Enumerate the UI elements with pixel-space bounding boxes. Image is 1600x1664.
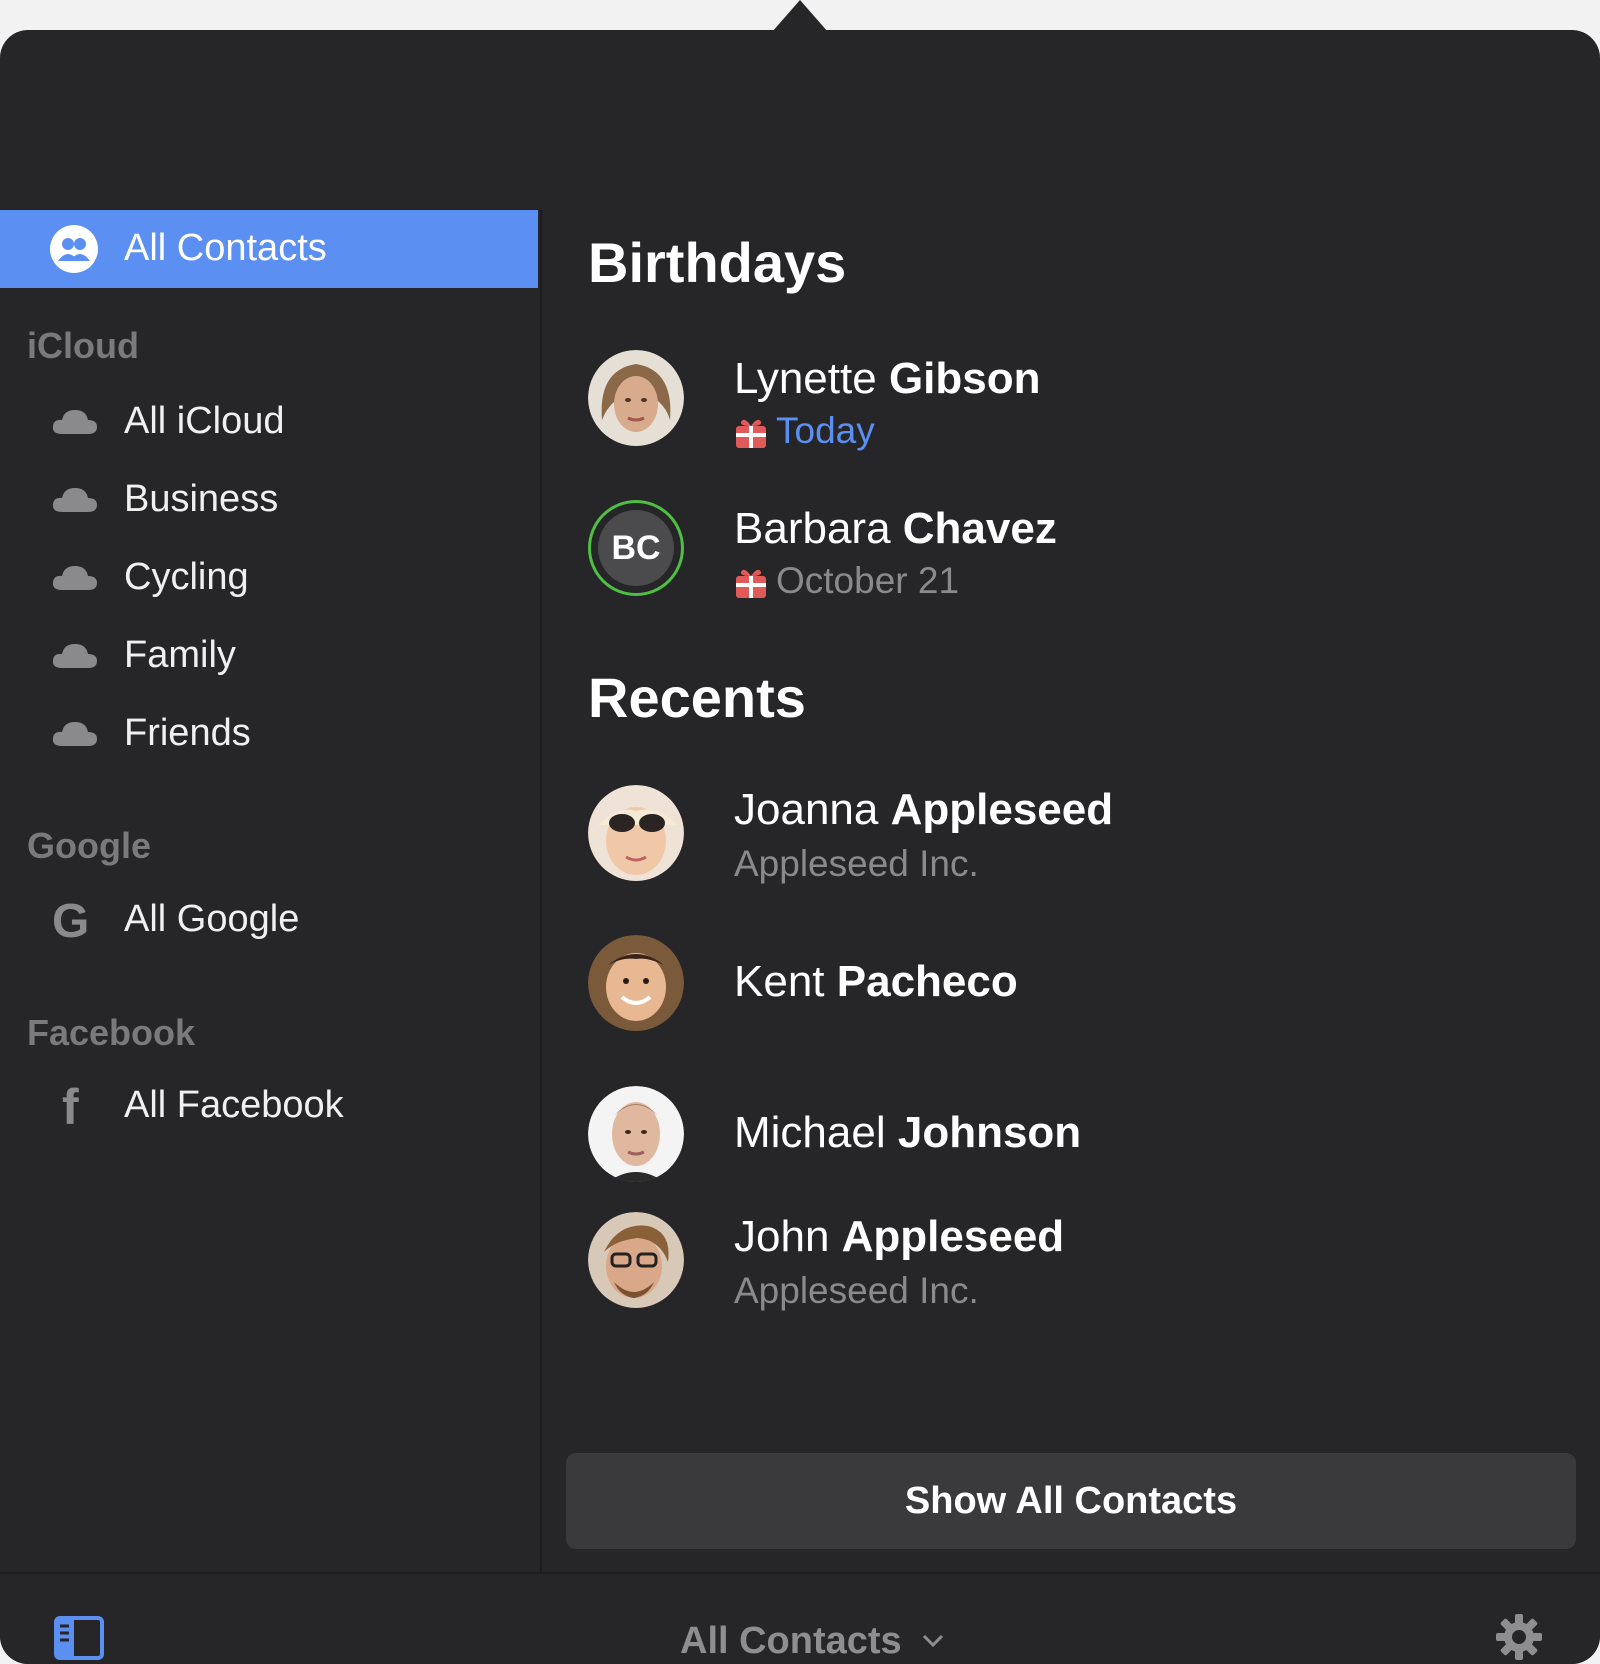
section-title-icloud: iCloud	[27, 325, 139, 366]
sidebar-item-label: All Google	[124, 898, 300, 940]
last-name: Appleseed	[841, 1212, 1065, 1261]
recent-row[interactable]: John Appleseed Appleseed Inc.	[588, 1212, 1588, 1322]
last-name: Gibson	[888, 354, 1041, 403]
sidebar-item-all-contacts[interactable]: All Contacts	[0, 210, 538, 288]
initials-text: BC	[598, 510, 674, 586]
contact-name: John Appleseed	[734, 1212, 1064, 1262]
chevron-down-icon[interactable]	[922, 1634, 944, 1648]
last-name: Chavez	[902, 504, 1057, 553]
show-all-contacts-button[interactable]: Show All Contacts	[566, 1453, 1576, 1549]
birthdays-heading: Birthdays	[588, 231, 847, 294]
avatar-initials: BC	[588, 500, 684, 596]
bottom-bar: All Contacts	[0, 1572, 1600, 1664]
contact-name: Joanna Appleseed	[734, 785, 1113, 835]
gift-icon	[734, 566, 768, 600]
google-icon: G	[52, 895, 90, 948]
contact-name: Kent Pacheco	[734, 957, 1018, 1007]
avatar	[588, 350, 684, 446]
recents-heading: Recents	[588, 666, 806, 729]
company-name: Appleseed Inc.	[734, 843, 979, 884]
contacts-popover: All Contacts iCloud All iCloud Business …	[0, 30, 1600, 1664]
first-name: Lynette	[734, 354, 877, 403]
facebook-icon: f	[62, 1079, 79, 1135]
last-name: Pacheco	[836, 957, 1018, 1006]
contacts-group-icon	[50, 225, 98, 273]
account-selector[interactable]: All Contacts	[680, 1620, 902, 1663]
cloud-icon	[50, 478, 100, 522]
first-name: Joanna	[734, 785, 879, 834]
sidebar-item-label: Friends	[124, 712, 251, 754]
contact-name: Barbara Chavez	[734, 504, 1057, 554]
cloud-icon	[50, 556, 100, 600]
sidebar-item-all-icloud[interactable]: All iCloud	[0, 390, 538, 456]
recent-row[interactable]: Michael Johnson	[588, 1086, 1588, 1196]
cloud-icon	[50, 712, 100, 756]
gift-icon	[734, 416, 768, 450]
gear-icon[interactable]	[1494, 1612, 1544, 1662]
contact-name: Michael Johnson	[734, 1108, 1081, 1158]
last-name: Johnson	[897, 1108, 1082, 1157]
avatar	[588, 785, 684, 881]
sidebar-item-label: Business	[124, 478, 279, 520]
section-title-facebook: Facebook	[27, 1012, 196, 1053]
sidebar-item-family[interactable]: Family	[0, 624, 538, 690]
sidebar-item-label: All Contacts	[124, 227, 327, 269]
birthday-date: October 21	[776, 560, 960, 601]
first-name: Barbara	[734, 504, 891, 553]
section-title-google: Google	[27, 825, 151, 866]
sidebar-item-label: Family	[124, 634, 236, 676]
sidebar-item-all-facebook[interactable]: f All Facebook	[0, 1074, 538, 1140]
sidebar-item-friends[interactable]: Friends	[0, 702, 538, 768]
first-name: John	[734, 1212, 830, 1261]
first-name: Kent	[734, 957, 825, 1006]
avatar	[588, 1212, 684, 1308]
sidebar-item-label: Cycling	[124, 556, 249, 598]
last-name: Appleseed	[890, 785, 1114, 834]
first-name: Michael	[734, 1108, 886, 1157]
sidebar-toggle-icon[interactable]	[54, 1616, 104, 1660]
birthday-date: Today	[776, 410, 875, 451]
sidebar-item-label: All Facebook	[124, 1084, 344, 1126]
sidebar-item-business[interactable]: Business	[0, 468, 538, 534]
cloud-icon	[50, 634, 100, 678]
avatar	[588, 1086, 684, 1182]
sidebar-item-cycling[interactable]: Cycling	[0, 546, 538, 612]
recent-row[interactable]: Kent Pacheco	[588, 935, 1588, 1045]
sidebar-item-label: All iCloud	[124, 400, 285, 442]
company-name: Appleseed Inc.	[734, 1270, 979, 1311]
popover-arrow	[772, 0, 828, 32]
sidebar-item-all-google[interactable]: G All Google	[0, 888, 538, 954]
birthday-row[interactable]: Lynette Gibson Today	[588, 350, 1588, 460]
recent-row[interactable]: Joanna Appleseed Appleseed Inc.	[588, 785, 1588, 895]
cloud-icon	[50, 400, 100, 444]
sidebar: All Contacts iCloud All iCloud Business …	[0, 210, 542, 1572]
main-panel: Birthdays Lynette Gibson Today BC Barbar…	[542, 210, 1600, 1572]
birthday-row[interactable]: BC Barbara Chavez October 21	[588, 500, 1588, 610]
contact-name: Lynette Gibson	[734, 354, 1041, 404]
avatar	[588, 935, 684, 1031]
